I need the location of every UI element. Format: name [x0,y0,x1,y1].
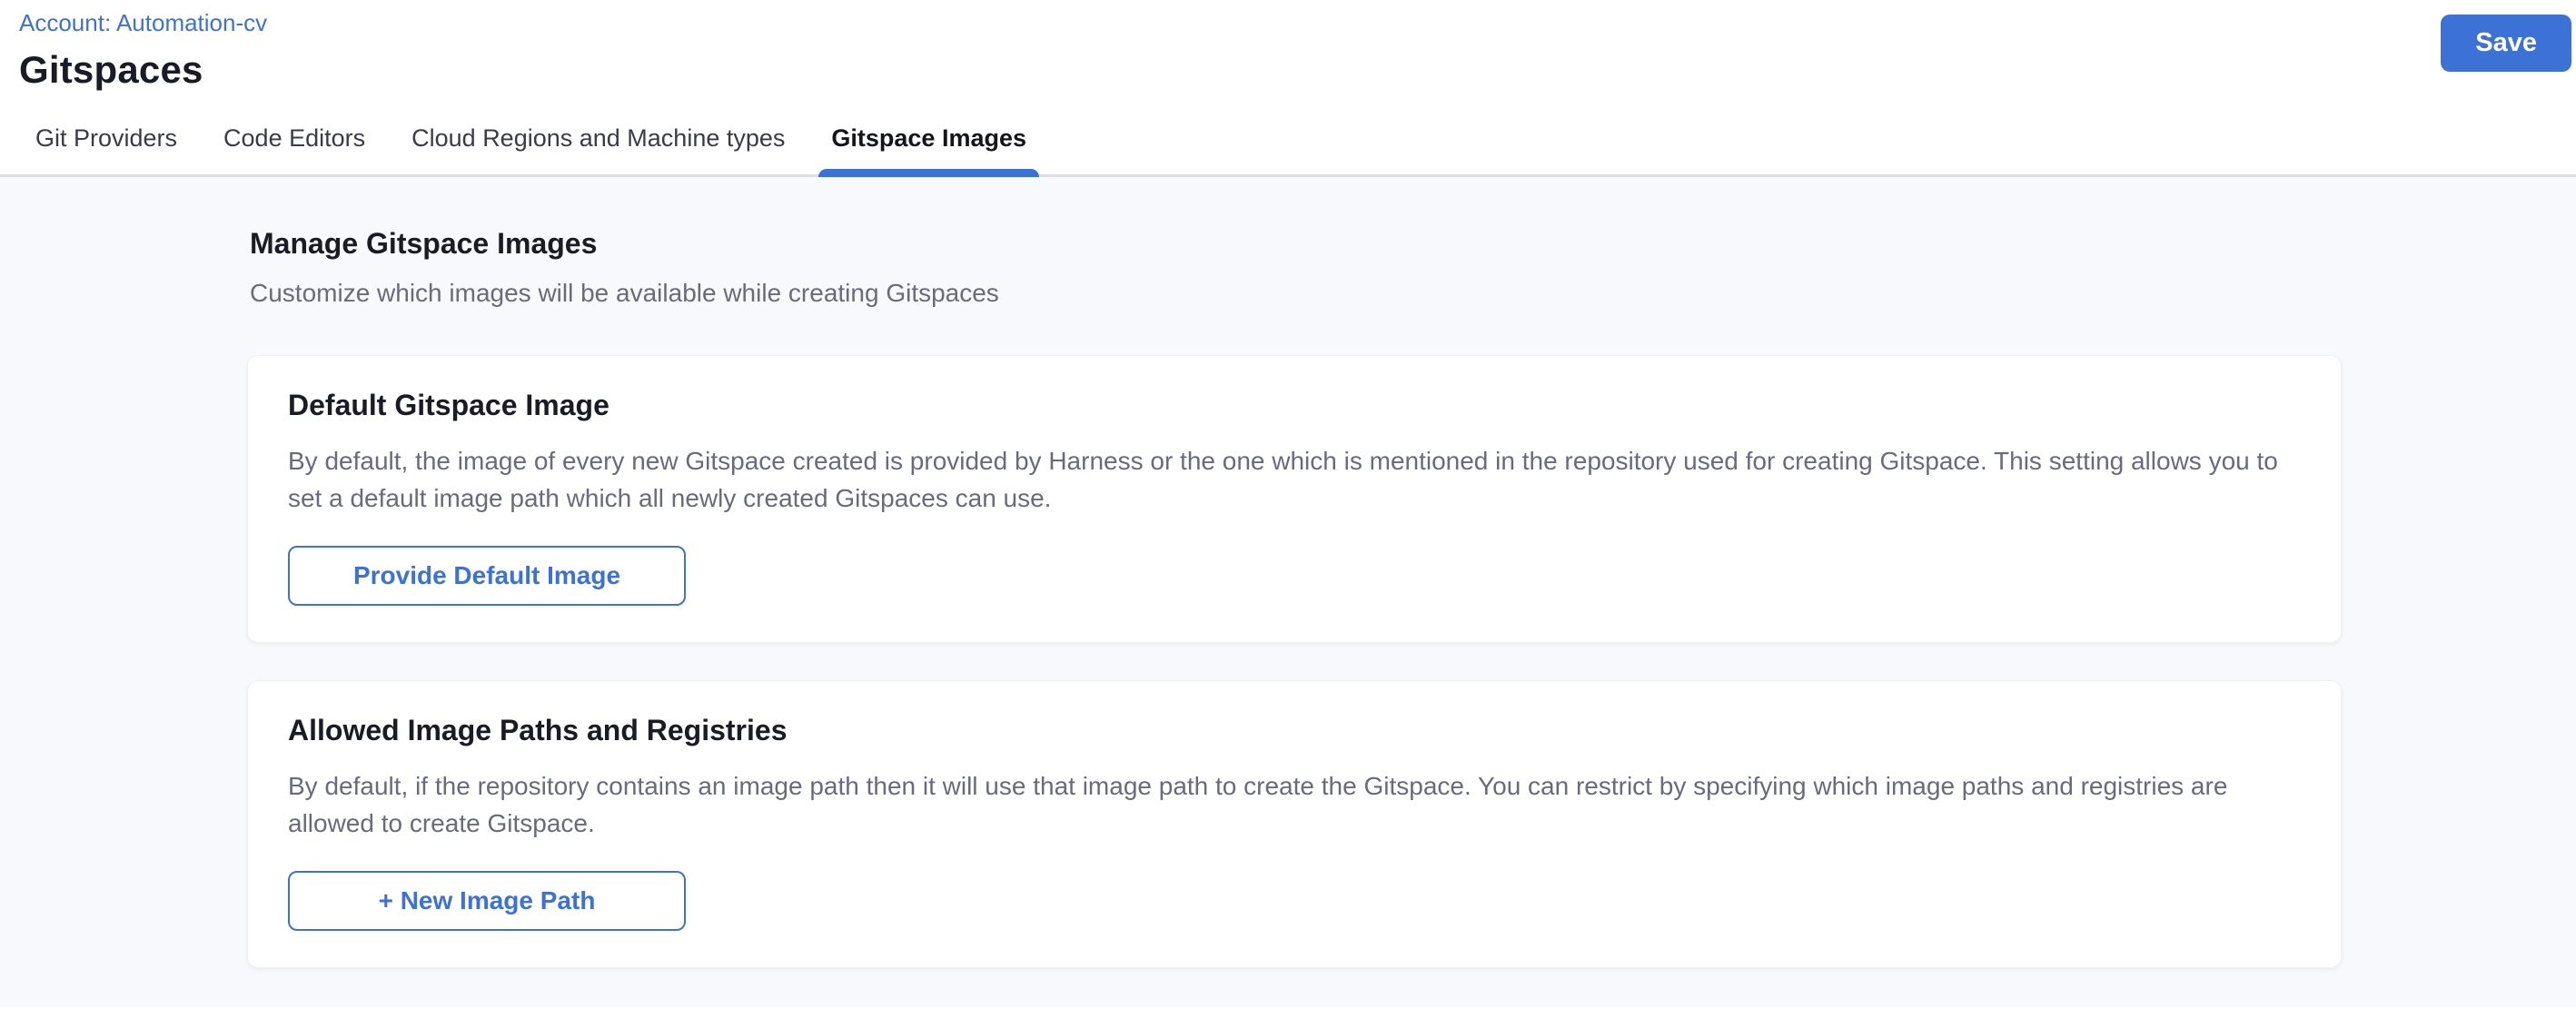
tab-cloud-regions-and-machine-types[interactable]: Cloud Regions and Machine types [410,115,787,174]
page-header: Account: Automation-cv Gitspaces Save [0,0,2576,92]
page-title: Gitspaces [19,48,2576,92]
content-area: Manage Gitspace Images Customize which i… [0,177,2576,1007]
default-gitspace-image-card-title: Default Gitspace Image [288,389,2301,422]
account-breadcrumb[interactable]: Account: Automation-cv [19,9,267,37]
provide-default-image-button[interactable]: Provide Default Image [288,546,686,606]
allowed-image-paths-card: Allowed Image Paths and Registries By de… [247,680,2342,968]
allowed-image-paths-card-description: By default, if the repository contains a… [288,767,2301,842]
allowed-image-paths-card-title: Allowed Image Paths and Registries [288,714,2301,747]
default-gitspace-image-card-description: By default, the image of every new Gitsp… [288,442,2301,517]
default-gitspace-image-card: Default Gitspace Image By default, the i… [247,355,2342,643]
save-button[interactable]: Save [2441,15,2571,72]
section-subtitle: Customize which images will be available… [250,279,2576,308]
section-title: Manage Gitspace Images [250,227,2576,261]
tab-gitspace-images[interactable]: Gitspace Images [829,115,1028,174]
tab-bar: Git Providers Code Editors Cloud Regions… [0,115,2576,177]
new-image-path-button[interactable]: + New Image Path [288,871,686,931]
tab-code-editors[interactable]: Code Editors [222,115,367,174]
tab-git-providers[interactable]: Git Providers [34,115,179,174]
